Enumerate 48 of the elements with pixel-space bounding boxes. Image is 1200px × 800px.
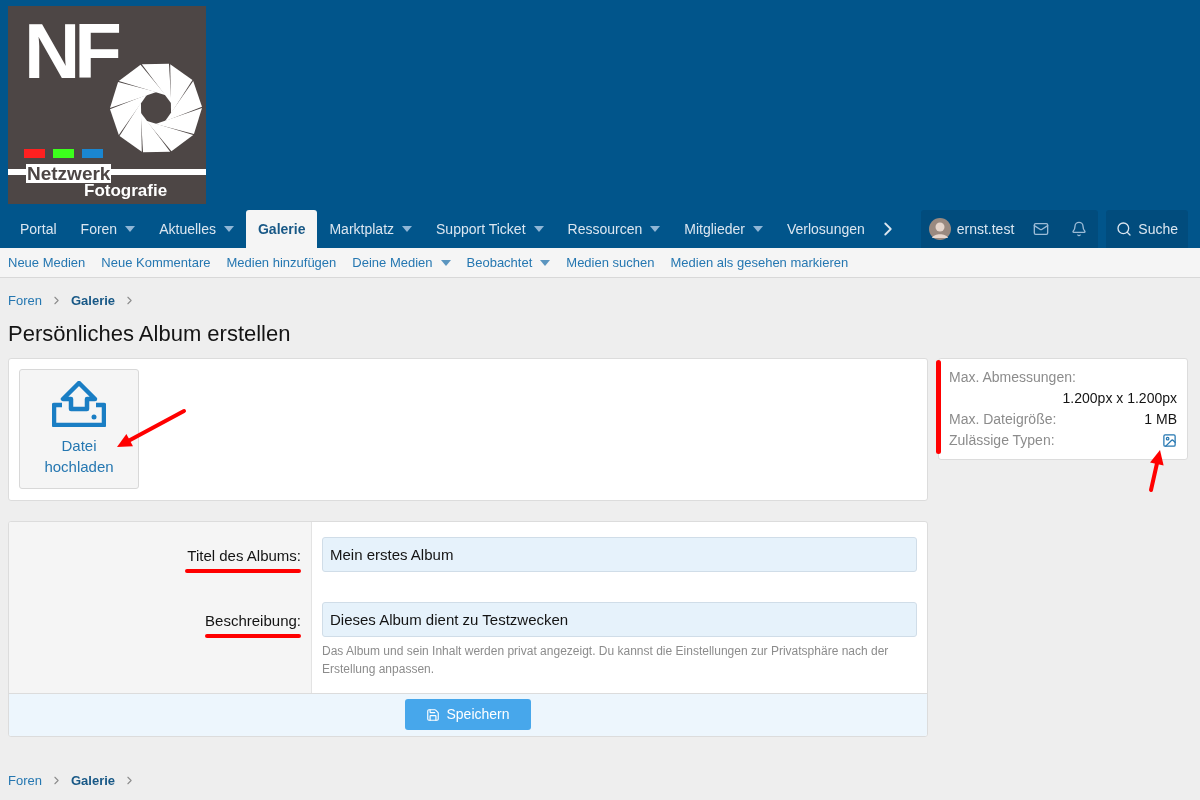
- nav-tab[interactable]: Foren: [68, 210, 148, 248]
- logo-text: Netzwerk: [26, 164, 112, 183]
- sub-nav-link[interactable]: Medien als gesehen markieren: [670, 252, 849, 273]
- nav-tab[interactable]: Marktplatz: [317, 210, 425, 248]
- site-logo[interactable]: NF Netzwerk Fotografie: [8, 6, 206, 204]
- breadcrumb-link[interactable]: Galerie: [70, 291, 116, 311]
- annotation-arrow: [117, 408, 186, 447]
- logo-initials: NF: [24, 12, 116, 90]
- limit-label: Zulässige Typen:: [949, 430, 1055, 450]
- logo-subtext: Fotografie: [84, 182, 168, 199]
- breadcrumb-link[interactable]: Foren: [8, 770, 42, 790]
- field-label: Beschreibung:: [205, 610, 301, 631]
- search-icon: [1116, 221, 1133, 237]
- upload-button[interactable]: Datei hochladen: [19, 368, 139, 489]
- sub-nav-link[interactable]: Medien suchen: [566, 252, 655, 273]
- page-title: Persönliches Album erstellen: [8, 319, 292, 348]
- sub-nav-link[interactable]: Neue Medien: [8, 252, 86, 273]
- nav-tab[interactable]: Mitglieder: [672, 210, 775, 248]
- nav-tab[interactable]: Support Ticket: [424, 210, 556, 248]
- sub-nav-link[interactable]: Deine Medien: [352, 252, 451, 273]
- mail-icon: [1033, 221, 1050, 237]
- sub-nav-link[interactable]: Beobachtet: [466, 252, 551, 273]
- avatar-icon: [928, 218, 951, 240]
- sub-nav-link[interactable]: Neue Kommentare: [101, 252, 211, 273]
- limit-label: Max. Dateigröße:: [949, 409, 1057, 429]
- limit-label: Max. Abmessungen:: [949, 367, 1077, 387]
- user-menu-button[interactable]: ernst.test: [920, 210, 1023, 248]
- limit-value: 1 MB: [1144, 409, 1177, 429]
- bell-icon: [1071, 221, 1088, 237]
- nav-tab[interactable]: Ressourcen: [555, 210, 673, 248]
- search-button[interactable]: Suche: [1106, 210, 1188, 248]
- limit-value: 1.200px x 1.200px: [1061, 388, 1177, 408]
- annotation-arrow: [1149, 449, 1164, 492]
- nav-tab[interactable]: Galerie: [245, 210, 318, 248]
- color-bars-icon: [24, 149, 104, 158]
- breadcrumb-link[interactable]: Galerie: [70, 770, 116, 790]
- nav-tab[interactable]: Portal: [8, 210, 69, 248]
- breadcrumb-link[interactable]: Foren: [8, 291, 42, 311]
- field-hint: Das Album und sein Inhalt werden privat angezeigt. Du kannst die Einstellungen zur Privatsphäre nach der Erstellung anpassen.: [322, 642, 890, 678]
- nav-tab[interactable]: Aktuelles: [147, 210, 246, 248]
- field-label: Titel des Albums:: [187, 545, 301, 566]
- save-icon: [426, 707, 441, 722]
- upload-icon: [52, 380, 106, 427]
- text-field[interactable]: Mein erstes Album: [322, 536, 917, 572]
- sub-nav-link[interactable]: Medien hinzufügen: [226, 252, 337, 273]
- text-field[interactable]: Dieses Album dient zu Testzwecken: [322, 601, 917, 637]
- image-type-icon: [1162, 432, 1177, 448]
- nav-tab[interactable]: Verlosungen: [774, 210, 877, 248]
